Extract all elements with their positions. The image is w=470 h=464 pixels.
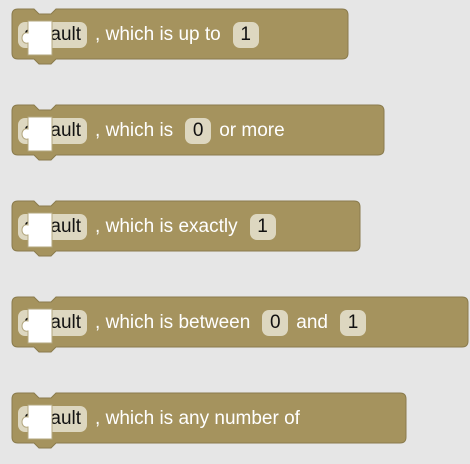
block-any-number[interactable]: default, which is any number of xyxy=(11,392,407,449)
value-input-slot[interactable] xyxy=(21,403,344,440)
number-field[interactable]: 0 xyxy=(262,310,289,336)
block-content-row: default, which is between 0 and 1 xyxy=(18,308,414,344)
value-input-slot[interactable] xyxy=(21,19,307,56)
block-between[interactable]: default, which is between 0 and 1 xyxy=(11,296,469,353)
value-input-slot[interactable] xyxy=(21,307,414,344)
block-content-row: default, which is 0 or more xyxy=(18,116,329,152)
block-label: , which is any number of xyxy=(95,408,300,429)
number-field[interactable]: 1 xyxy=(340,310,366,336)
value-input-slot[interactable] xyxy=(21,211,324,248)
block-label: , which is between xyxy=(95,312,251,333)
block-label: , which is exactly xyxy=(95,216,238,237)
block-or-more[interactable]: default, which is 0 or more xyxy=(11,104,385,161)
number-field[interactable]: 0 xyxy=(185,118,212,144)
block-content-row: default, which is exactly 1 xyxy=(18,212,324,248)
number-field[interactable]: 1 xyxy=(232,22,259,48)
block-label: or more xyxy=(219,120,285,141)
block-content-row: default, which is up to 1 xyxy=(18,20,307,56)
block-up-to[interactable]: default, which is up to 1 xyxy=(11,8,349,65)
number-field[interactable]: 1 xyxy=(249,214,276,240)
value-input-slot[interactable] xyxy=(21,115,329,152)
block-label: , which is xyxy=(95,120,174,141)
block-content-row: default, which is any number of xyxy=(18,404,344,440)
block-label: , which is up to xyxy=(95,24,221,45)
block-exactly[interactable]: default, which is exactly 1 xyxy=(11,200,361,257)
block-label: and xyxy=(296,312,328,333)
